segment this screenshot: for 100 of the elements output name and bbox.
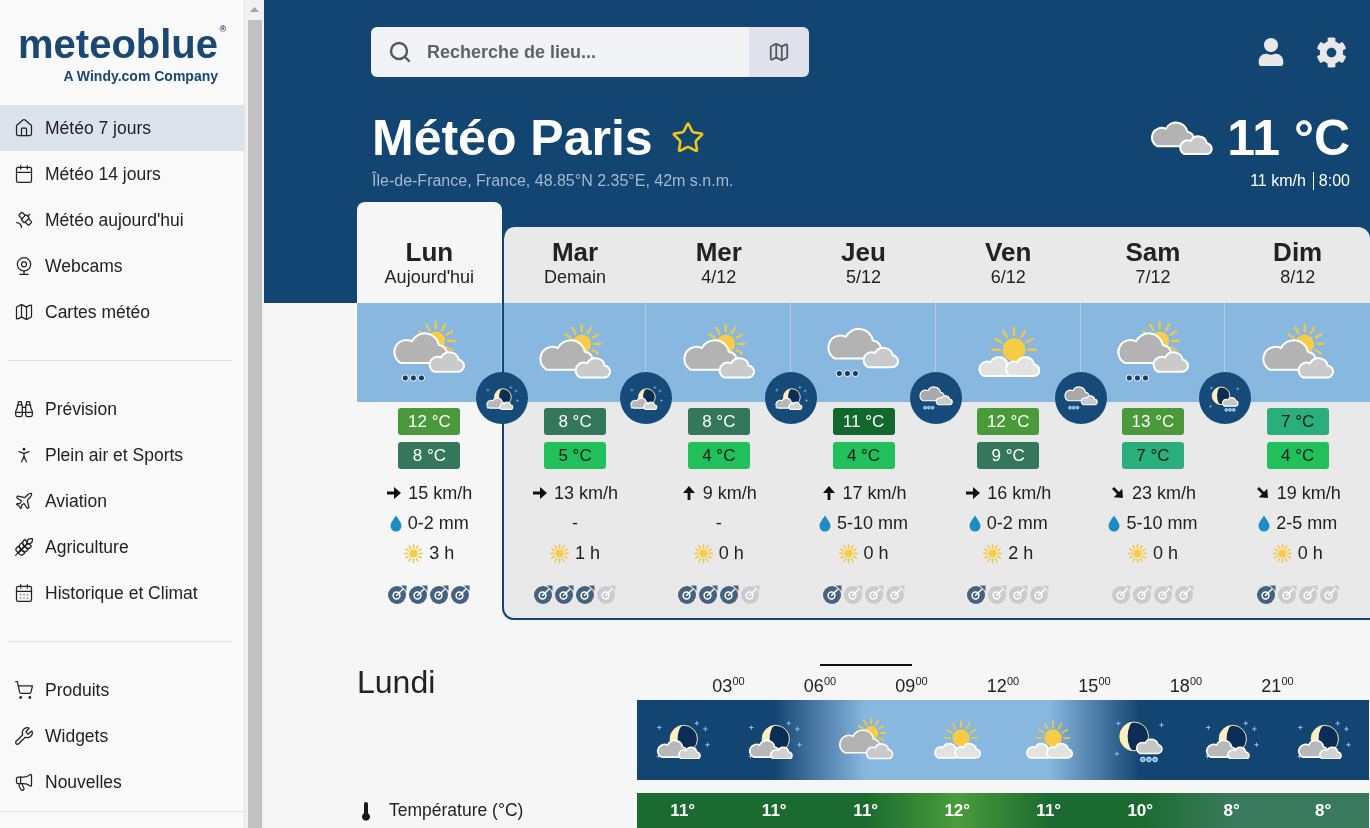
search-field[interactable]: Recherche de lieu... [371,27,749,77]
nav-item[interactable]: Cartes météo [0,289,244,335]
day-tab[interactable]: Mar Demain [503,227,647,303]
megaphone-icon [14,772,34,792]
time-label: 09$^{00}$ [895,673,928,698]
temperature-cell: 11° [637,793,729,828]
home-icon [14,118,34,138]
wind-speed: 16 km/h [987,482,1052,504]
max-temperature-badge: 7 °C [1266,408,1329,435]
temperature-cell: 10° [1094,793,1186,828]
wrench-icon [14,726,34,746]
star-icon[interactable] [670,121,705,155]
max-temperature-badge: 13 °C [1121,408,1184,435]
precipitation-amount: 0-2 mm [986,512,1048,534]
min-temperature-badge: 9 °C [977,442,1040,469]
cart-icon [14,680,34,700]
max-temperature-badge: 8 °C [544,408,607,435]
day-tab[interactable]: Ven 6/12 [935,227,1081,303]
airplane-icon [14,491,34,511]
sunshine-duration: 0 h [863,542,889,564]
sun-icon [983,543,1003,563]
min-temperature-badge: 4 °C [687,442,750,469]
sunshine-duration: 0 h [1152,542,1178,564]
registered-mark: ® [219,25,227,34]
wind-speed: 17 km/h [842,482,907,504]
time-label: 12$^{00}$ [986,673,1020,698]
max-temperature-badge: 12 °C [398,408,461,435]
scrollbar-thumb[interactable] [248,20,262,828]
time-label: 06$^{00}$ [803,673,837,698]
precipitation-amount: - [572,512,579,534]
nav-item[interactable]: Webcams [0,243,244,289]
logo-wordmark: meteoblue [18,24,219,64]
max-temperature-badge: 11 °C [832,408,895,435]
map-button[interactable] [749,27,809,77]
temperature-cell: 8° [1186,793,1278,828]
nav-item[interactable]: Plein air et Sports [0,432,244,478]
wheat-icon [14,537,34,557]
sun-icon [1272,543,1292,563]
nav-item[interactable]: Météo aujourd'hui [0,197,244,243]
precipitation-amount: 5-10 mm [837,512,908,534]
observation-time: 8:00 [1312,172,1350,190]
precipitation-amount: 2-5 mm [1276,512,1338,534]
map-icon [14,302,34,322]
location-subtitle: Île-de-France, France, 48.85°N 2.35°E, 42m s.n.m. [372,172,734,190]
sun-icon [550,543,570,563]
precipitation-amount: - [715,512,722,534]
nav-item[interactable]: Historique et Climat [0,570,244,616]
min-temperature-badge: 4 °C [832,442,895,469]
calendar-icon [14,583,34,603]
current-wind: 11 km/h [1250,172,1306,190]
nav-item[interactable]: Widgets [0,713,244,759]
min-temperature-badge: 5 °C [544,442,607,469]
day-tab[interactable]: Dim 8/12 [1225,227,1370,303]
nav-item[interactable]: Météo 7 jours [0,105,244,151]
day-tab[interactable]: Sam 7/12 [1080,227,1226,303]
wind-speed: 15 km/h [408,482,473,504]
settings-icon[interactable] [1316,36,1347,68]
day-tab[interactable]: Mer 4/12 [646,227,792,303]
map-icon [768,41,790,63]
nav-item[interactable]: Météo 14 jours [0,151,244,197]
caret-up-icon [250,6,259,12]
sunshine-duration: 3 h [429,542,455,564]
temperature-cell: 11° [1003,793,1095,828]
time-label: 15$^{00}$ [1078,673,1111,698]
min-temperature-badge: 8 °C [398,442,461,469]
max-temperature-badge: 12 °C [977,408,1040,435]
wind-speed: 23 km/h [1131,482,1196,504]
wind-speed: 13 km/h [554,482,619,504]
temperature-cell: 8° [1277,793,1369,828]
temperature-cell: 11° [728,793,820,828]
sun-icon [693,543,713,563]
wind-speed: 9 km/h [702,482,757,504]
sun-icon [404,543,424,563]
sunshine-duration: 1 h [575,542,601,564]
nav-item[interactable]: Nouvelles [0,759,244,805]
webcam-icon [14,256,34,276]
binoculars-icon [14,399,34,419]
day-tab[interactable]: Lun Aujourd'hui [357,202,502,303]
nav-item[interactable]: Prévision [0,386,244,432]
day-tab[interactable]: Jeu 5/12 [791,227,936,303]
user-icon[interactable] [1257,38,1285,66]
page-title: Météo Paris [372,110,653,166]
sunshine-duration: 0 h [1297,542,1323,564]
logo-tagline: A Windy.com Company [63,67,219,85]
precipitation-amount: 0-2 mm [407,512,469,534]
nav-item[interactable]: Agriculture [0,524,244,570]
nav-item[interactable]: Aviation [0,478,244,524]
nav-item[interactable]: Produits [0,667,244,713]
max-temperature-badge: 8 °C [687,408,750,435]
search-icon [388,40,412,64]
precipitation-amount: 5-10 mm [1126,512,1198,534]
day-title: Lundi [357,664,436,700]
satellite-icon [14,210,34,230]
sunshine-duration: 2 h [1008,542,1034,564]
min-temperature-badge: 4 °C [1266,442,1329,469]
time-label: 21$^{00}$ [1261,673,1294,698]
sun-icon [1127,543,1147,563]
calendar-icon [14,164,34,184]
current-temperature: 11 °C [1227,110,1350,166]
sun-icon [838,543,858,563]
